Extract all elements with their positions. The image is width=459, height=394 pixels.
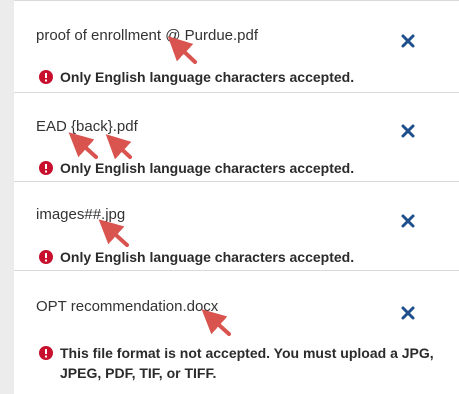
annotation-arrow [201, 309, 231, 336]
uploaded-files-list: proof of enrollment @ Purdue.pdf Only En… [0, 0, 459, 394]
annotation-arrow [167, 36, 197, 64]
annotation-arrow [98, 219, 129, 247]
annotation-arrow [68, 132, 98, 159]
annotation-arrows [68, 36, 231, 336]
annotation-arrow [105, 134, 132, 160]
